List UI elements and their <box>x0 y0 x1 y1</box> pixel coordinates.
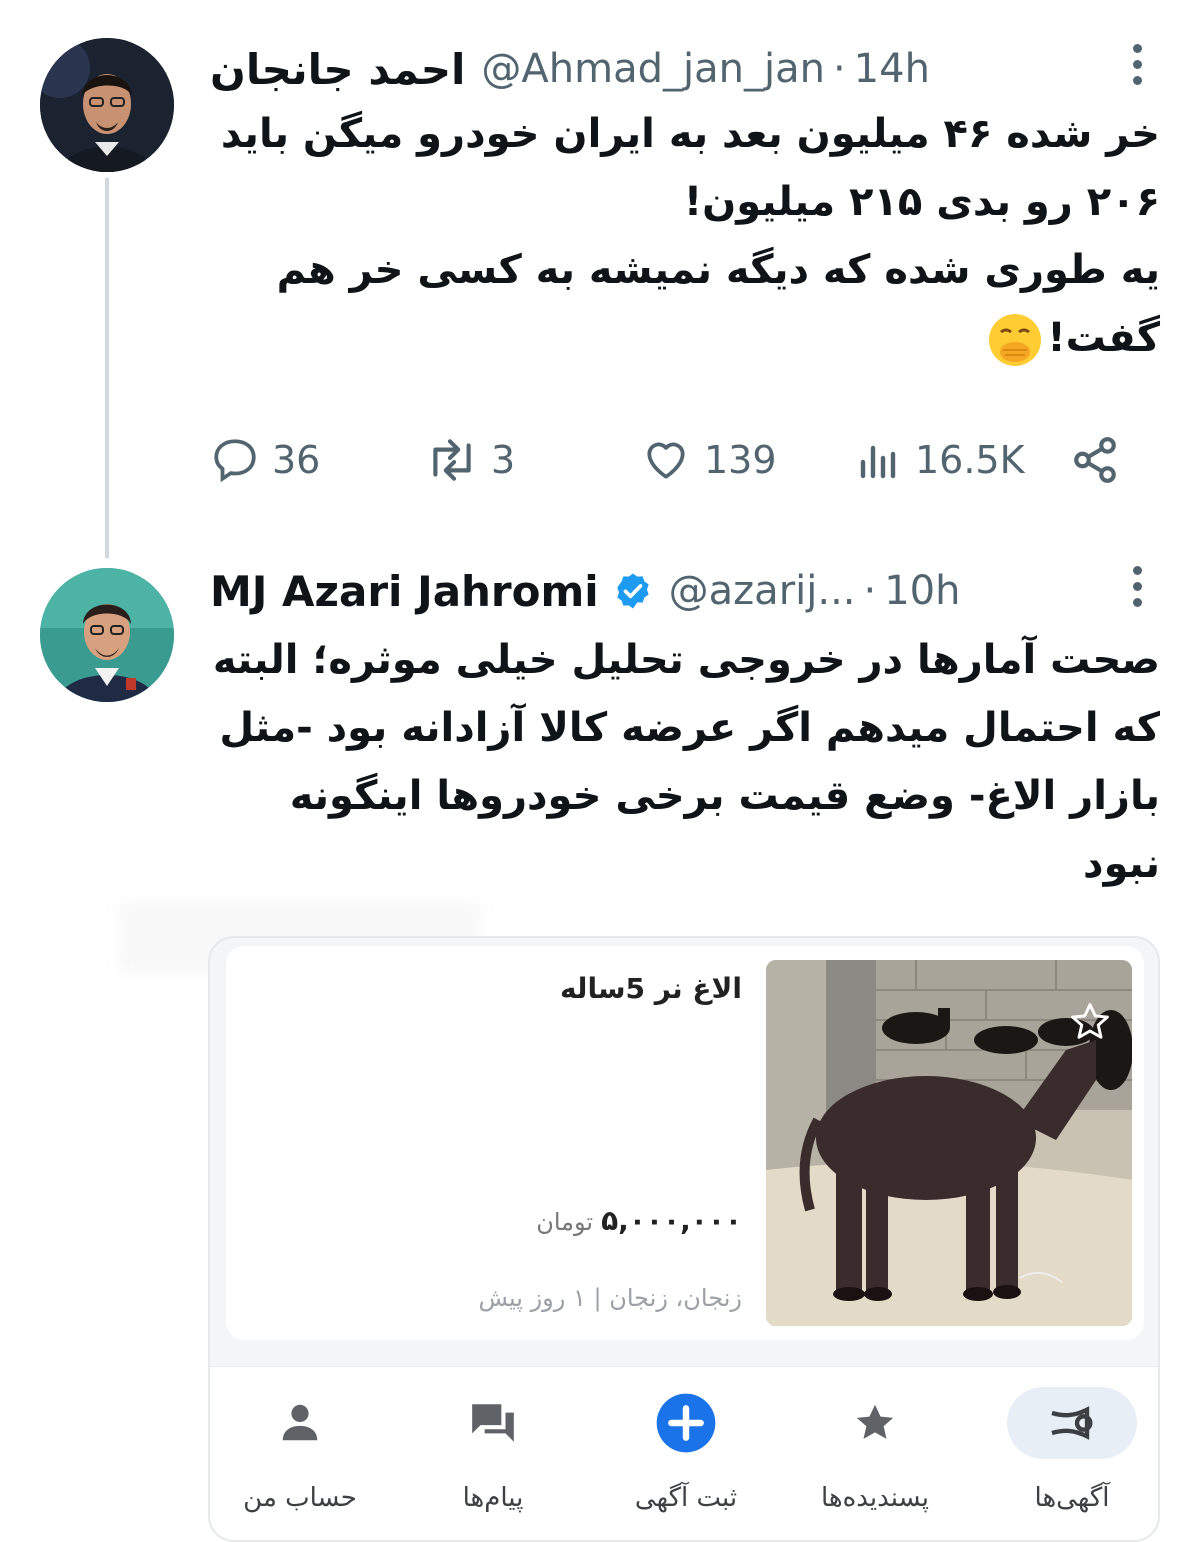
tweet-line: بازار الاغ- وضع قیمت برخی خودروها اینگون… <box>289 773 1160 819</box>
reply-count: 36 <box>272 438 321 482</box>
reply-icon <box>214 439 256 483</box>
like-button[interactable]: 139 <box>640 430 777 490</box>
price-currency: تومان <box>536 1208 594 1236</box>
more-options-icon[interactable] <box>1130 44 1144 88</box>
nav-label: ثبت آگهی <box>634 1483 738 1513</box>
listing-photo[interactable] <box>766 960 1132 1326</box>
horn-icon <box>1051 1406 1093 1440</box>
thread-connector <box>105 178 109 558</box>
tweet-time[interactable]: 14h <box>854 46 930 92</box>
more-options-icon[interactable] <box>1130 566 1144 610</box>
verified-badge-icon <box>617 573 649 609</box>
nav-label: آگهی‌ها <box>1034 1483 1110 1513</box>
nav-label: پیام‌ها <box>462 1483 524 1513</box>
tweet-time[interactable]: 10h <box>884 568 960 614</box>
tweet-line: صحت آمارها در خروجی تحلیل خیلی موثره؛ ال… <box>212 637 1160 683</box>
avatar[interactable] <box>40 568 174 702</box>
chat-icon <box>472 1404 514 1442</box>
listing-card[interactable]: الاغ نر 5ساله ۵,۰۰۰,۰۰۰تومان زنجان، زنجا… <box>226 946 1144 1340</box>
tweet-header: احمد جانجان @Ahmad_jan_jan · 14h <box>210 34 1150 104</box>
share-icon <box>1074 437 1116 483</box>
tweet-text: صحت آمارها در خروجی تحلیل خیلی موثره؛ ال… <box>205 626 1160 898</box>
nav-item-account[interactable]: حساب من <box>210 1387 390 1537</box>
author-handle[interactable]: @Ahmad_jan_jan <box>481 46 825 92</box>
nav-item-post-ad[interactable]: ثبت آگهی <box>596 1387 776 1537</box>
bottom-navigation: آگهی‌ها پسندیده‌ها ثبت آگهی <box>210 1366 1158 1540</box>
author-name[interactable]: احمد جانجان <box>210 45 465 94</box>
view-count: 16.5K <box>915 438 1025 482</box>
nav-label: حساب من <box>243 1483 357 1513</box>
face-with-hand-over-mouth-icon <box>989 314 1042 366</box>
tweet-line: یه طوری شده که دیگه نمیشه به کسی خر هم <box>276 247 1160 293</box>
tweet-line: نبود <box>1083 841 1160 887</box>
tweet-actions: 36 3 139 16.5K <box>210 430 1120 490</box>
separator-dot: · <box>863 568 877 614</box>
avatar[interactable] <box>40 38 174 172</box>
tweet-ahmad[interactable]: احمد جانجان @Ahmad_jan_jan · 14h خر شده … <box>0 0 1200 558</box>
listing-price: ۵,۰۰۰,۰۰۰تومان <box>536 1204 742 1237</box>
reply-button[interactable]: 36 <box>210 430 320 490</box>
tweet-line: ۲۰۶ رو بدی ۲۱۵ میلیون! <box>683 179 1160 225</box>
nav-item-ads[interactable]: آگهی‌ها <box>982 1387 1158 1537</box>
heart-icon <box>647 442 685 479</box>
attached-image-card[interactable]: الاغ نر 5ساله ۵,۰۰۰,۰۰۰تومان زنجان، زنجا… <box>208 936 1160 1542</box>
nav-item-messages[interactable]: پیام‌ها <box>403 1387 583 1537</box>
star-icon <box>856 1404 894 1439</box>
share-button[interactable] <box>1070 430 1132 490</box>
add-circle-icon <box>656 1393 716 1453</box>
tweet-line-last: گفت! <box>205 304 1160 372</box>
person-icon <box>282 1404 318 1441</box>
tweet-header: MJ Azari Jahromi @azarij... · 10h <box>210 556 1150 626</box>
views-button[interactable]: 16.5K <box>855 430 1025 490</box>
tweet-line: خر شده ۴۶ میلیون بعد به ایران خودرو میگن… <box>220 111 1160 157</box>
retweet-button[interactable]: 3 <box>425 430 515 490</box>
separator-dot: · <box>832 46 846 92</box>
tweet-azari[interactable]: MJ Azari Jahromi @azarij... · 10h صحت آم… <box>0 548 1200 1542</box>
tweet-line: گفت! <box>1047 315 1160 361</box>
author-name[interactable]: MJ Azari Jahromi <box>210 567 599 616</box>
author-handle[interactable]: @azarij... <box>669 568 856 614</box>
listing-location: زنجان، زنجان | ۱ روز پیش <box>478 1284 742 1312</box>
retweet-count: 3 <box>491 438 516 482</box>
analytics-icon <box>860 445 896 479</box>
tweet-text: خر شده ۴۶ میلیون بعد به ایران خودرو میگن… <box>205 100 1160 372</box>
price-value: ۵,۰۰۰,۰۰۰ <box>601 1204 742 1237</box>
star-icon[interactable] <box>1068 1000 1112 1044</box>
nav-label: پسندیده‌ها <box>820 1483 930 1513</box>
listing-title[interactable]: الاغ نر 5ساله <box>560 972 742 1005</box>
nav-item-favorites[interactable]: پسندیده‌ها <box>785 1387 965 1537</box>
retweet-icon <box>433 439 471 481</box>
like-count: 139 <box>704 438 777 482</box>
tweet-line: که احتمال میدهم اگر عرضه کالا آزادانه بو… <box>219 705 1160 751</box>
